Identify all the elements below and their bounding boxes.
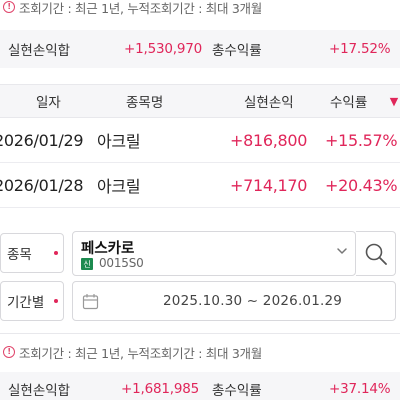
realized-pnl-label: 실현손익합 bbox=[8, 43, 71, 59]
row-stock-name: 아크릴 bbox=[97, 177, 141, 196]
new-listing-badge: 신 bbox=[81, 258, 93, 270]
row-return-rate: +15.57% bbox=[325, 130, 398, 150]
realized-pnl-label: 실현손익합 bbox=[8, 383, 71, 399]
section-divider bbox=[0, 333, 400, 334]
info-icon: ! bbox=[3, 1, 15, 13]
row-realized-pnl: +816,800 bbox=[230, 130, 308, 150]
sort-arrow-icon[interactable]: ▼ bbox=[388, 85, 400, 117]
column-header-stock-name[interactable]: 종목명 bbox=[126, 85, 163, 117]
table-row[interactable]: 2026/01/28 아크릴 +714,170 +20.43% bbox=[0, 163, 400, 208]
search-button[interactable] bbox=[356, 231, 396, 276]
total-return-label: 총수익률 bbox=[212, 43, 262, 59]
realized-pnl-value: +1,530,970 bbox=[124, 41, 203, 57]
chevron-down-icon[interactable] bbox=[335, 244, 349, 258]
period-range-text: 2025.10.30 ~ 2026.01.29 bbox=[163, 293, 343, 309]
stock-code: 0015S0 bbox=[99, 256, 144, 270]
realized-pnl-value: +1,681,985 bbox=[121, 381, 200, 397]
total-return-value: +37.14% bbox=[329, 381, 391, 397]
row-stock-name: 아크릴 bbox=[97, 132, 141, 151]
search-icon bbox=[365, 243, 387, 265]
column-header-return-rate[interactable]: 수익률 bbox=[330, 85, 367, 117]
summary-bar-top: 실현손익합 +1,530,970 총수익률 +17.52% bbox=[0, 30, 400, 68]
required-dot-icon bbox=[54, 299, 58, 303]
total-return-label: 총수익률 bbox=[212, 383, 262, 399]
row-return-rate: +20.43% bbox=[325, 175, 398, 195]
table-header: 일자 종목명 실현손익 수익률 ▼ bbox=[0, 84, 400, 118]
calendar-icon[interactable] bbox=[82, 293, 99, 310]
row-realized-pnl: +714,170 bbox=[230, 175, 308, 195]
notice-text: 조회기간 : 최근 1년, 누적조회기간 : 최대 3개월 bbox=[19, 345, 262, 361]
period-label-text: 기간별 bbox=[7, 295, 45, 311]
stock-select[interactable]: 페스카로 신 0015S0 bbox=[72, 231, 356, 276]
column-header-date[interactable]: 일자 bbox=[36, 85, 61, 117]
stock-name: 페스카로 bbox=[81, 241, 135, 257]
query-period-notice: ! 조회기간 : 최근 1년, 누적조회기간 : 최대 3개월 bbox=[0, 341, 262, 363]
stock-label-text: 종목 bbox=[7, 247, 32, 263]
table-row[interactable]: 2026/01/29 아크릴 +816,800 +15.57% bbox=[0, 118, 400, 163]
period-date-range[interactable]: 2025.10.30 ~ 2026.01.29 bbox=[72, 281, 396, 321]
total-return-value: +17.52% bbox=[329, 41, 391, 57]
query-period-notice: ! 조회기간 : 최근 1년, 누적조회기간 : 최대 3개월 bbox=[0, 0, 262, 18]
column-header-realized-pnl[interactable]: 실현손익 bbox=[244, 85, 294, 117]
notice-text: 조회기간 : 최근 1년, 누적조회기간 : 최대 3개월 bbox=[19, 0, 262, 16]
info-icon: ! bbox=[3, 346, 15, 358]
stock-field-label: 종목 bbox=[0, 233, 64, 273]
period-field-label: 기간별 bbox=[0, 281, 64, 321]
row-date: 2026/01/29 bbox=[0, 130, 84, 150]
required-dot-icon bbox=[54, 251, 58, 255]
row-date: 2026/01/28 bbox=[0, 175, 84, 195]
summary-bar-bottom: 실현손익합 +1,681,985 총수익률 +37.14% bbox=[0, 372, 400, 400]
